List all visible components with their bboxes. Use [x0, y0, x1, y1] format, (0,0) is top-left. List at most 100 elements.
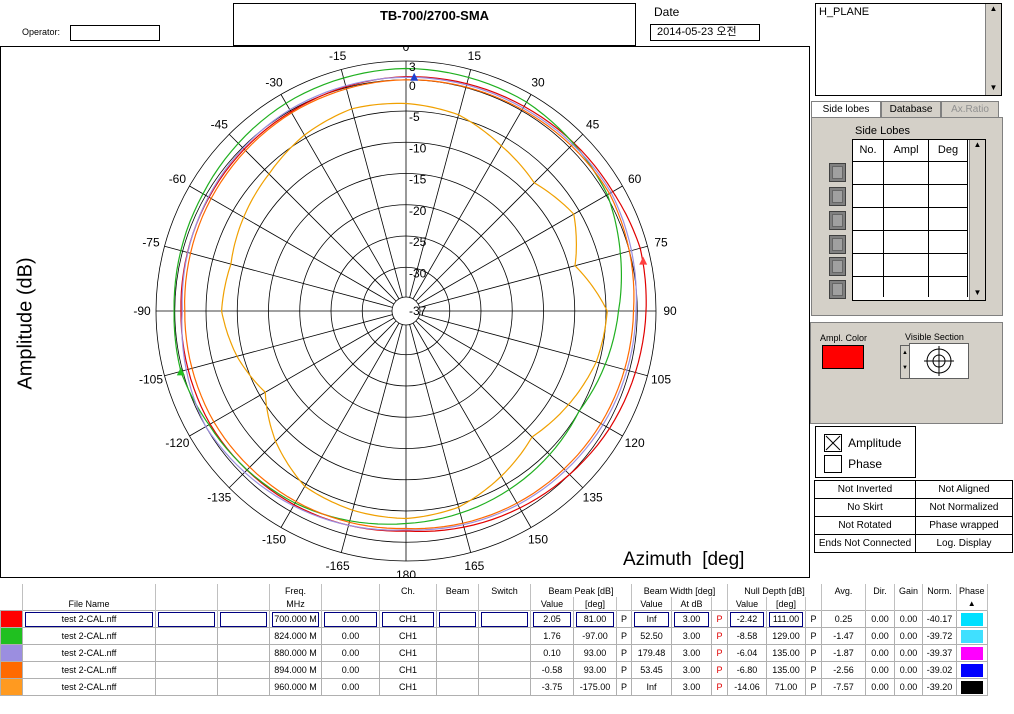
cell-c2[interactable] — [217, 678, 270, 696]
side-lobes-scrollbar[interactable]: ▲ ▼ — [969, 140, 985, 300]
row-phase-swatch[interactable] — [956, 610, 988, 628]
cell-c2[interactable] — [217, 644, 270, 662]
cell-file[interactable]: test 2-CAL.nff — [22, 661, 156, 679]
cell-switch[interactable] — [478, 627, 531, 645]
cell-nd-val[interactable]: -2.42 — [727, 610, 767, 628]
cell-dir[interactable]: 0.00 — [865, 627, 895, 645]
cell-nd-val[interactable]: -8.58 — [727, 627, 767, 645]
cell-gain[interactable]: 0.00 — [894, 627, 923, 645]
cell-bp-p[interactable]: P — [616, 627, 632, 645]
cell-gain[interactable]: 0.00 — [894, 661, 923, 679]
cell-bp-val[interactable]: -3.75 — [530, 678, 574, 696]
flag-ends-connected[interactable]: Ends Not Connected — [814, 534, 916, 553]
cell-ch[interactable]: CH1 — [379, 661, 437, 679]
cell-bp-val[interactable]: 0.10 — [530, 644, 574, 662]
lobe-cell[interactable] — [928, 253, 968, 277]
cell-norm[interactable]: -39.72 — [922, 627, 957, 645]
cell-bw-p[interactable]: P — [711, 644, 728, 662]
cell-bp-deg[interactable]: -97.00 — [573, 627, 617, 645]
scroll-down-icon[interactable]: ▼ — [970, 288, 985, 300]
tab-side-lobes[interactable]: Side lobes — [811, 101, 881, 117]
scroll-up-icon[interactable]: ▲ — [970, 140, 985, 152]
phase-color-box[interactable] — [960, 612, 983, 626]
lobe-cell[interactable] — [853, 230, 884, 254]
flag-log-display[interactable]: Log. Display — [915, 534, 1013, 553]
lobe-cell[interactable] — [853, 161, 884, 185]
lobe-cell[interactable] — [883, 230, 929, 254]
cell-c2[interactable] — [217, 610, 270, 628]
cell-c2[interactable] — [217, 661, 270, 679]
table-row[interactable]: test 2-CAL.nff 700.000 M 0.00 CH1 2.05 81.00 P… — [0, 610, 988, 628]
cell-avg[interactable]: -1.47 — [821, 627, 866, 645]
cell-bp-deg[interactable]: 93.00 — [573, 661, 617, 679]
cell-nd-deg[interactable]: 135.00 — [766, 661, 806, 679]
phase-color-box[interactable] — [960, 680, 983, 694]
cell-c1[interactable] — [155, 661, 218, 679]
cell-ch[interactable]: CH1 — [379, 644, 437, 662]
cell-file[interactable]: test 2-CAL.nff — [22, 627, 156, 645]
cell-norm[interactable]: -40.17 — [922, 610, 957, 628]
table-row[interactable]: test 2-CAL.nff 894.000 M 0.00 CH1 -0.58 93.00… — [0, 661, 988, 679]
cell-bw-val[interactable]: 53.45 — [631, 661, 672, 679]
flag-aligned[interactable]: Not Aligned — [915, 480, 1013, 499]
row-phase-swatch[interactable] — [956, 627, 988, 645]
cell-bp-val[interactable]: 1.76 — [530, 627, 574, 645]
cell-bp-p[interactable]: P — [616, 678, 632, 696]
tab-database[interactable]: Database — [881, 101, 941, 117]
row-color-swatch[interactable] — [0, 627, 23, 645]
lobe-cell[interactable] — [928, 230, 968, 254]
cell-avg[interactable]: -1.87 — [821, 644, 866, 662]
lobe-cell[interactable] — [853, 207, 884, 231]
amplitude-checkbox[interactable] — [824, 434, 842, 452]
cell-ch[interactable]: CH1 — [379, 627, 437, 645]
cell-nd-p[interactable]: P — [805, 644, 822, 662]
cell-bw-at[interactable]: 3.00 — [671, 678, 712, 696]
cell-nd-val[interactable]: -14.06 — [727, 678, 767, 696]
cell-switch[interactable] — [478, 678, 531, 696]
ampl-color-swatch[interactable] — [822, 345, 864, 369]
row-color-swatch[interactable] — [0, 678, 23, 696]
cell-bp-p[interactable]: P — [616, 610, 632, 628]
cell-nd-deg[interactable]: 129.00 — [766, 627, 806, 645]
date-field[interactable]: 2014-05-23 오전 — [650, 24, 760, 41]
side-lobe-button-5[interactable] — [829, 257, 846, 276]
cell-bw-at[interactable]: 3.00 — [671, 627, 712, 645]
flag-normalized[interactable]: Not Normalized — [915, 498, 1013, 517]
cell-bw-val[interactable]: Inf — [631, 610, 672, 628]
lobe-cell[interactable] — [883, 161, 929, 185]
cell-file[interactable]: test 2-CAL.nff — [22, 678, 156, 696]
cell-switch[interactable] — [478, 610, 531, 628]
cell-bp-deg[interactable]: 81.00 — [573, 610, 617, 628]
flag-rotated[interactable]: Not Rotated — [814, 516, 916, 535]
lobe-cell[interactable] — [853, 276, 884, 297]
visible-section-button[interactable] — [909, 343, 969, 379]
phase-color-box[interactable] — [960, 663, 983, 677]
flag-inverted[interactable]: Not Inverted — [814, 480, 916, 499]
phase-checkbox-row[interactable]: Phase — [824, 455, 882, 473]
side-lobe-button-4[interactable] — [829, 235, 846, 254]
row-color-swatch[interactable] — [0, 644, 23, 662]
cell-bp-deg[interactable]: -175.00 — [573, 678, 617, 696]
cell-nd-deg[interactable]: 111.00 — [766, 610, 806, 628]
side-lobe-button-2[interactable] — [829, 187, 846, 206]
cell-bw-at[interactable]: 3.00 — [671, 661, 712, 679]
listbox-scrollbar[interactable]: ▲ ▼ — [985, 4, 1001, 95]
row-phase-swatch[interactable] — [956, 661, 988, 679]
flag-phase-wrapped[interactable]: Phase wrapped — [915, 516, 1013, 535]
phase-checkbox[interactable] — [824, 455, 842, 473]
cell-bw-p[interactable]: P — [711, 627, 728, 645]
cell-bw-at[interactable]: 3.00 — [671, 644, 712, 662]
cell-dir[interactable]: 0.00 — [865, 644, 895, 662]
cell-freq[interactable]: 824.000 M — [269, 627, 322, 645]
cell-file[interactable]: test 2-CAL.nff — [22, 644, 156, 662]
cell-gain[interactable]: 0.00 — [894, 644, 923, 662]
cell-val[interactable]: 0.00 — [321, 610, 380, 628]
cell-nd-p[interactable]: P — [805, 678, 822, 696]
cell-beam[interactable] — [436, 661, 479, 679]
operator-field[interactable] — [70, 25, 160, 41]
lobe-cell[interactable] — [928, 161, 968, 185]
cell-freq[interactable]: 960.000 M — [269, 678, 322, 696]
cell-beam[interactable] — [436, 678, 479, 696]
phase-color-box[interactable] — [960, 646, 983, 660]
cell-c1[interactable] — [155, 627, 218, 645]
